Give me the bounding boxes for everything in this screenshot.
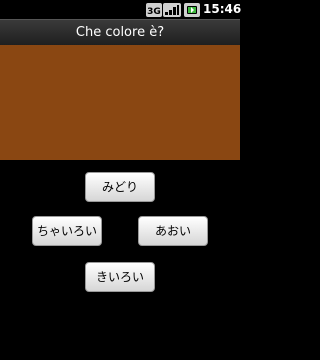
page-title: Che colore è?: [75, 25, 165, 40]
signal-icon: [163, 2, 181, 17]
clock: 15:46: [203, 2, 242, 16]
3g-icon: 3G: [146, 2, 162, 17]
answer-button-aoi[interactable]: あおい: [138, 216, 208, 246]
answer-button-midori[interactable]: みどり: [85, 172, 155, 202]
title-bar: Che colore è?: [0, 19, 240, 46]
network-label: 3G: [147, 7, 161, 17]
answer-button-kiiroi[interactable]: きいろい: [85, 262, 155, 292]
answer-button-chairoi[interactable]: ちゃいろい: [32, 216, 102, 246]
color-swatch: [0, 45, 240, 160]
battery-icon: [184, 2, 200, 17]
status-bar: 3G 15:46: [0, 0, 242, 19]
